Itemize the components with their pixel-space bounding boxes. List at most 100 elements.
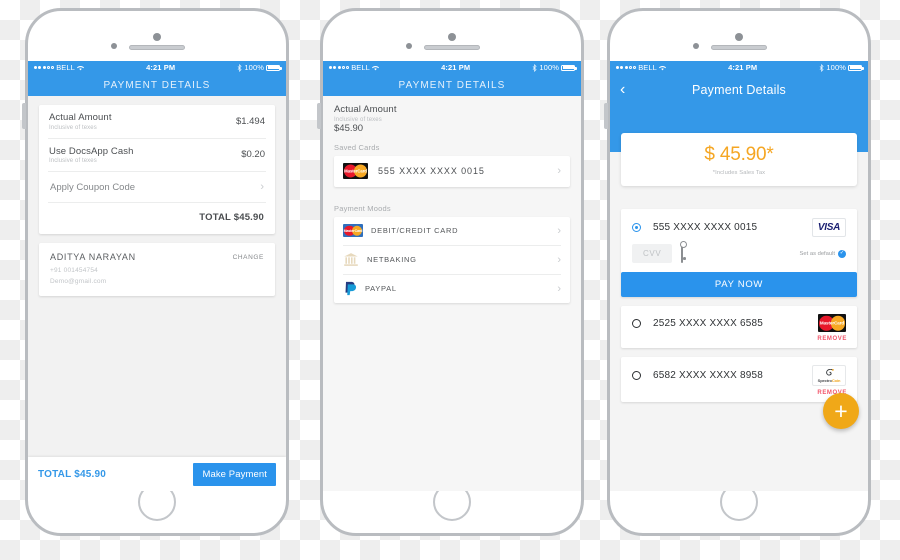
payment-mode-label: DEBIT/CREDIT CARD xyxy=(371,226,459,235)
screenshot-stage: BELL 4:21 PM 100% PAYMENT DETAILS Actual… xyxy=(0,0,900,560)
remove-card-2-button[interactable]: REMOVE xyxy=(621,332,857,348)
chevron-right-icon: › xyxy=(557,282,561,295)
hero-amount-label: $ 45.90* xyxy=(704,144,774,165)
actual-amount-summary: Actual Amount Inclusive of texes $45.90 xyxy=(323,96,581,143)
add-card-fab-button[interactable]: + xyxy=(823,393,859,429)
card-number-3: 6582 XXXX XXXX 8958 xyxy=(653,370,763,381)
wifi-icon xyxy=(371,65,379,70)
user-info-card: ADITYA NARAYAN CHANGE +91 001454754 Demo… xyxy=(39,243,275,296)
bluetooth-icon xyxy=(820,63,825,72)
phone-mockup-1: BELL 4:21 PM 100% PAYMENT DETAILS Actual… xyxy=(22,8,289,536)
screen-card-selection: BELL 4:21 PM 100% ‹ Payment Details $ 45… xyxy=(610,61,868,491)
saved-card-row[interactable]: MasterCard 555 XXXX XXXX 0015 › xyxy=(334,156,570,187)
card-option-2[interactable]: 2525 XXXX XXXX 6585 MasterCard REMOVE xyxy=(621,306,857,348)
row-value: $0.20 xyxy=(241,149,265,161)
amount-title: Actual Amount xyxy=(334,104,397,115)
battery-percent-label: 100% xyxy=(539,63,559,72)
phone-mockup-2: BELL 4:21 PM 100% PAYMENT DETAILS Actual… xyxy=(317,8,584,536)
proximity-sensor xyxy=(693,43,699,49)
saved-cards-card: MasterCard 555 XXXX XXXX 0015 › xyxy=(334,155,570,187)
nav-bar-1: PAYMENT DETAILS xyxy=(28,74,286,96)
row-docsapp-cash[interactable]: Use DocsApp Cash Inclusive of texes $0.2… xyxy=(39,139,275,172)
cvv-help-icon[interactable] xyxy=(680,240,688,263)
chevron-left-icon[interactable]: ‹ xyxy=(620,82,626,98)
spectrocoin-logo: SpectroCoin xyxy=(812,365,846,386)
set-as-default-label: Set as default xyxy=(799,250,835,257)
payment-footer-bar: TOTAL $45.90 Make Payment xyxy=(28,457,286,491)
saved-card-number: 555 XXXX XXXX 0015 xyxy=(378,166,485,176)
phone-side-button xyxy=(317,103,321,129)
signal-dots-icon xyxy=(616,66,637,69)
front-camera xyxy=(153,33,161,41)
radio-card-1-selected[interactable] xyxy=(632,223,641,232)
chevron-right-icon: › xyxy=(260,181,264,193)
pay-now-button[interactable]: PAY NOW xyxy=(621,272,857,297)
carrier-label: BELL xyxy=(351,63,370,72)
status-bar-right: 100% xyxy=(819,63,864,72)
front-camera xyxy=(735,33,743,41)
payment-modes-heading: Payment Moods xyxy=(334,203,391,213)
signal-dots-icon xyxy=(34,66,55,69)
wifi-icon xyxy=(76,65,84,70)
mastercard-logo: MasterCard xyxy=(818,314,846,332)
set-as-default-toggle[interactable]: Set as default ✓ xyxy=(799,249,846,258)
front-camera xyxy=(448,33,456,41)
card-option-3[interactable]: 6582 XXXX XXXX 8958 SpectroCoin REMOVE xyxy=(621,357,857,402)
battery-percent-label: 100% xyxy=(826,63,846,72)
row-subtitle: Inclusive of texes xyxy=(49,124,97,131)
remove-card-3-button[interactable]: REMOVE xyxy=(621,386,857,402)
nav-bar-3: ‹ Payment Details xyxy=(610,74,868,106)
proximity-sensor xyxy=(111,43,117,49)
row-title: Actual Amount xyxy=(49,112,112,123)
cvv-input[interactable]: CVV xyxy=(632,244,673,263)
payment-mode-debit-credit-card[interactable]: MasterCard DEBIT/CREDIT CARD › xyxy=(334,217,570,245)
earpiece-speaker xyxy=(711,45,767,50)
earpiece-speaker xyxy=(129,45,185,50)
chevron-right-icon: › xyxy=(557,253,561,266)
radio-card-3[interactable] xyxy=(632,371,641,380)
status-bar-1: BELL 4:21 PM 100% xyxy=(28,61,286,74)
spectrocoin-mark xyxy=(825,368,834,376)
phone-side-button xyxy=(22,103,26,129)
selected-card-panel: 555 XXXX XXXX 0015 VISA CVV Set as defau… xyxy=(621,209,857,297)
phone-side-button xyxy=(604,103,608,129)
amount-summary-card: Actual Amount Inclusive of texes $1.494 … xyxy=(39,105,275,234)
mastercard-logo: MasterCard xyxy=(343,163,368,179)
hero-tax-note: *Includes Sales Tax xyxy=(712,170,766,176)
carrier-label: BELL xyxy=(638,63,657,72)
change-user-button[interactable]: CHANGE xyxy=(233,254,264,261)
payment-mode-label: PAYPAL xyxy=(365,284,397,293)
hero-amount-card: $ 45.90* *Includes Sales Tax xyxy=(621,133,857,186)
bluetooth-icon xyxy=(533,63,538,72)
make-payment-button[interactable]: Make Payment xyxy=(193,462,276,486)
row-title: Use DocsApp Cash xyxy=(49,145,134,157)
check-icon: ✓ xyxy=(838,249,846,258)
payment-mode-paypal[interactable]: PAYPAL › xyxy=(334,275,570,303)
row-actual-amount: Actual Amount Inclusive of texes $1.494 xyxy=(39,105,275,138)
visa-logo: VISA xyxy=(812,218,846,237)
chevron-right-icon: › xyxy=(557,165,561,177)
row-value: $1.494 xyxy=(235,115,265,127)
screen-payment-modes: BELL 4:21 PM 100% PAYMENT DETAILS Actual… xyxy=(323,61,581,491)
radio-card-2[interactable] xyxy=(632,318,641,328)
page-title-1: PAYMENT DETAILS xyxy=(103,79,211,91)
screen-payment-details-list: BELL 4:21 PM 100% PAYMENT DETAILS Actual… xyxy=(28,61,286,491)
status-bar-right: 100% xyxy=(237,63,282,72)
footer-total-label: TOTAL $45.90 xyxy=(38,468,106,480)
battery-icon xyxy=(266,64,282,71)
wifi-icon xyxy=(658,65,666,70)
clock-label: 4:21 PM xyxy=(441,63,471,72)
user-email-label: Demo@gmail.com xyxy=(50,278,107,285)
payment-modes-card: MasterCard DEBIT/CREDIT CARD › NETBAKING… xyxy=(334,216,570,303)
visa-logo-text: VISA xyxy=(817,222,841,233)
row-apply-coupon[interactable]: Apply Coupon Code › xyxy=(39,172,275,202)
mastercard-logo: MasterCard xyxy=(343,224,363,237)
signal-dots-icon xyxy=(329,66,350,69)
paypal-icon xyxy=(345,281,357,296)
payment-mode-netbanking[interactable]: NETBAKING › xyxy=(334,246,570,274)
phone-mockup-3: BELL 4:21 PM 100% ‹ Payment Details $ 45… xyxy=(604,8,871,536)
battery-percent-label: 100% xyxy=(244,63,264,72)
battery-icon xyxy=(561,64,577,71)
bluetooth-icon xyxy=(238,63,243,72)
clock-label: 4:21 PM xyxy=(146,63,176,72)
